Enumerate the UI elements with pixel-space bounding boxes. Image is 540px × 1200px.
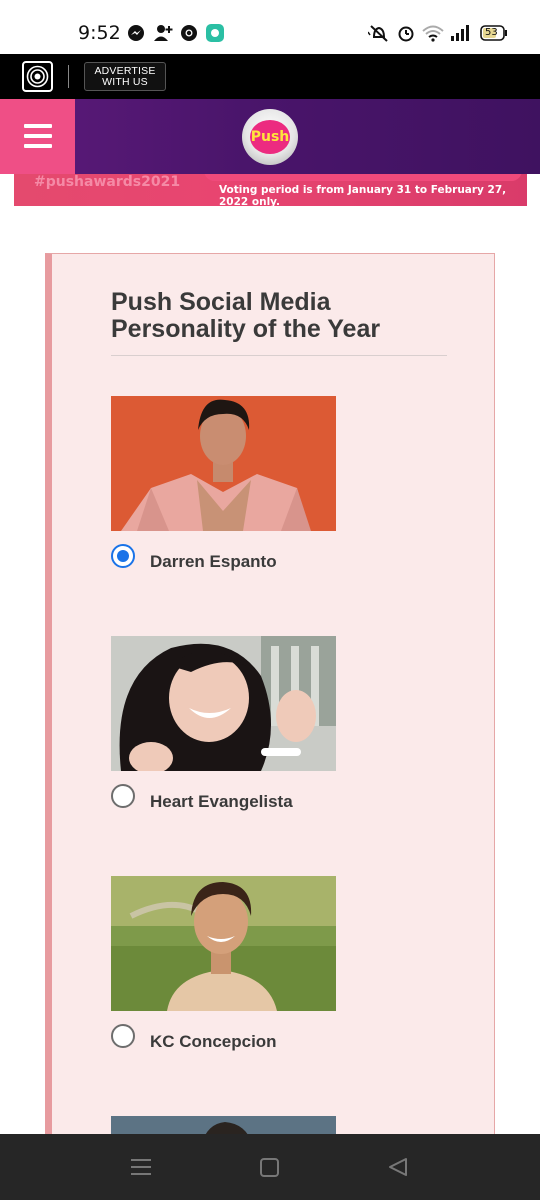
candidate-photo[interactable]: [111, 876, 336, 1011]
candidate-photo[interactable]: [111, 396, 336, 531]
add-contact-icon: [154, 24, 174, 47]
banner-pill: [204, 174, 522, 181]
site-header: Push: [0, 99, 540, 174]
poll-card: Push Social Media Personality of the Yea…: [45, 253, 495, 1156]
alarm-icon: [397, 24, 415, 47]
candidate-radio[interactable]: [111, 1024, 135, 1048]
candidate-radio[interactable]: [111, 784, 135, 808]
battery-level: 53: [485, 27, 498, 38]
back-icon[interactable]: [388, 1157, 408, 1182]
app-notification-icon: [206, 24, 224, 47]
chrome-icon: [180, 24, 198, 47]
banner-voting-text: Voting period is from January 31 to Febr…: [219, 184, 507, 206]
vibrate-mute-icon: [367, 24, 390, 47]
candidate-option: KC Concepcion: [111, 876, 441, 1056]
status-time: 9:52: [78, 22, 121, 44]
abs-cbn-logo-icon[interactable]: [22, 61, 53, 92]
system-navigation-bar: [0, 1134, 540, 1200]
push-logo-text: Push: [250, 120, 290, 154]
wifi-icon: [422, 24, 444, 47]
candidate-option: Darren Espanto: [111, 396, 441, 576]
candidate-name: Heart Evangelista: [150, 792, 293, 811]
home-icon[interactable]: [260, 1158, 279, 1182]
hamburger-menu-icon: [24, 124, 52, 128]
candidate-photo[interactable]: [111, 636, 336, 771]
candidate-name: Darren Espanto: [150, 552, 277, 571]
candidate-option: Heart Evangelista: [111, 636, 441, 816]
title-divider: [111, 355, 447, 356]
awards-banner[interactable]: #pushawards2021 Voting period is from Ja…: [14, 174, 527, 206]
status-bar: 9:52 53: [0, 0, 540, 54]
messenger-icon: [127, 24, 145, 47]
recent-apps-icon[interactable]: [131, 1158, 151, 1181]
candidate-radio[interactable]: [111, 544, 135, 568]
banner-hashtag: #pushawards2021: [34, 174, 181, 190]
advertise-button[interactable]: ADVERTISE WITH US: [84, 62, 166, 91]
network-bar: ADVERTISE WITH US: [0, 54, 540, 99]
menu-button[interactable]: [0, 99, 75, 174]
divider: [68, 65, 69, 88]
candidate-name: KC Concepcion: [150, 1032, 277, 1051]
push-logo[interactable]: Push: [242, 109, 298, 165]
advertise-label-line2: WITH US: [102, 76, 148, 88]
poll-title: Push Social Media Personality of the Yea…: [111, 288, 381, 343]
signal-icon: [450, 24, 470, 47]
